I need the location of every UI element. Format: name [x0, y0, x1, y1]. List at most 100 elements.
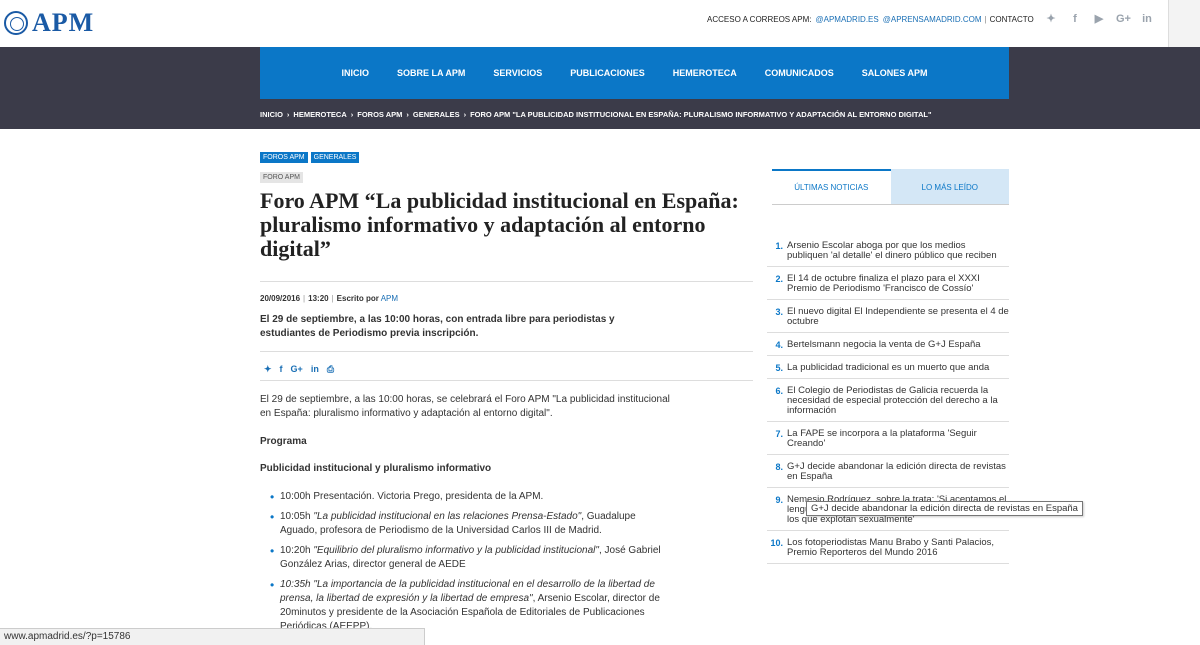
breadcrumb-inicio[interactable]: INICIO	[260, 110, 283, 119]
news-link[interactable]: El nuevo digital El Independiente se pre…	[787, 307, 1009, 327]
twitter-icon[interactable]: ✦	[1044, 12, 1058, 26]
news-number: 2.	[775, 274, 783, 284]
apm-logo[interactable]: APM	[4, 8, 94, 38]
program-list: 10:00h Presentación. Victoria Prego, pre…	[270, 490, 675, 640]
list-item[interactable]: 2. El 14 de octubre finaliza el plazo par…	[767, 271, 1009, 300]
article-time: 13:20	[308, 294, 329, 303]
chevron-right-icon: ›	[463, 110, 467, 119]
share-buttons: ✦ f G+ in ⎙	[264, 364, 342, 375]
tag-generales[interactable]: GENERALES	[310, 152, 360, 163]
list-item: 10:05h "La publicidad institucional en l…	[270, 510, 675, 538]
list-item[interactable]: 5. La publicidad tradicional es un muerto…	[767, 360, 1009, 379]
news-number: 8.	[775, 462, 783, 472]
news-link[interactable]: El Colegio de Periodistas de Galicia rec…	[787, 386, 1009, 416]
breadcrumb-foros-apm[interactable]: FOROS APM	[357, 110, 402, 119]
breadcrumb-current: FORO APM "LA PUBLICIDAD INSTITUCIONAL EN…	[470, 110, 932, 119]
print-icon[interactable]: ⎙	[327, 364, 334, 375]
breadcrumb-generales[interactable]: GENERALES	[413, 110, 460, 119]
list-item[interactable]: 1. Arsenio Escolar aboga por que los medi…	[767, 238, 1009, 267]
article-intro: El 29 de septiembre, a las 10:00 horas, …	[260, 394, 670, 419]
list-item[interactable]: 8. G+J decide abandonar la edición direct…	[767, 459, 1009, 488]
tab-ultimas-noticias[interactable]: ÚLTIMAS NOTICIAS	[772, 169, 891, 205]
news-link[interactable]: La FAPE se incorpora a la plataforma 'Se…	[787, 429, 1009, 449]
article-meta: 20/09/2016 | 13:20 | Escrito por APM	[260, 294, 398, 303]
nav-item-servicios[interactable]: SERVICIOS	[493, 68, 542, 78]
link-tooltip: G+J decide abandonar la edición directa …	[806, 501, 1083, 516]
news-link[interactable]: G+J decide abandonar la edición directa …	[787, 462, 1009, 482]
contact-link[interactable]: CONTACTO	[990, 15, 1034, 24]
news-number: 5.	[775, 363, 783, 373]
list-item[interactable]: 10. Los fotoperiodistas Manu Brabo y Sant…	[767, 535, 1009, 564]
article-lead: El 29 de septiembre, a las 10:00 horas, …	[260, 314, 615, 339]
chevron-right-icon: ›	[350, 110, 354, 119]
news-link[interactable]: Arsenio Escolar aboga por que los medios…	[787, 241, 1009, 261]
programa-heading: Programa	[260, 436, 307, 447]
chevron-right-icon: ›	[406, 110, 409, 119]
divider	[260, 281, 753, 282]
news-link[interactable]: Bertelsmann negocia la venta de G+J Espa…	[787, 340, 981, 350]
nav-item-sobre-la-apm[interactable]: SOBRE LA APM	[397, 68, 465, 78]
list-item[interactable]: 6. El Colegio de Periodistas de Galicia r…	[767, 383, 1009, 422]
linkedin-icon[interactable]: in	[311, 364, 319, 375]
email-link-aprensamadrid[interactable]: @APRENSAMADRID.COM	[883, 15, 982, 24]
news-link[interactable]: La publicidad tradicional es un muerto q…	[787, 363, 989, 373]
list-item: 10:20h "Equilibrio del pluralismo inform…	[270, 544, 675, 572]
nav-item-comunicados[interactable]: COMUNICADOS	[765, 68, 834, 78]
email-access: ACCESO A CORREOS APM: @APMADRID.ES @APRE…	[707, 15, 1034, 24]
program-item-time: 10:05h	[280, 511, 314, 522]
nav-item-inicio[interactable]: INICIO	[342, 68, 370, 78]
email-link-apmadrid[interactable]: @APMADRID.ES	[815, 15, 878, 24]
twitter-icon[interactable]: ✦	[264, 364, 272, 375]
google-plus-icon[interactable]: G+	[1116, 12, 1131, 26]
list-item[interactable]: 3. El nuevo digital El Independiente se p…	[767, 304, 1009, 333]
main-nav: INICIO SOBRE LA APM SERVICIOS PUBLICACIO…	[260, 47, 1009, 99]
nav-item-salones-apm[interactable]: SALONES APM	[862, 68, 928, 78]
article-title: Foro APM “La publicidad institucional en…	[260, 188, 739, 261]
category-tags: FOROS APM GENERALES	[260, 152, 362, 163]
top-header: APM ACCESO A CORREOS APM: @APMADRID.ES @…	[0, 0, 1200, 47]
list-item[interactable]: 7. La FAPE se incorpora a la plataforma '…	[767, 426, 1009, 455]
news-link[interactable]: El 14 de octubre finaliza el plazo para …	[787, 274, 1009, 294]
social-links-top: ✦ f ▶ G+ in	[1044, 12, 1164, 26]
divider	[260, 351, 753, 352]
program-item-time: 10:20h	[280, 545, 314, 556]
google-plus-icon[interactable]: G+	[291, 364, 303, 375]
browser-status-bar: www.apmadrid.es/?p=15786	[0, 628, 425, 645]
nav-item-publicaciones[interactable]: PUBLICACIONES	[570, 68, 645, 78]
facebook-icon[interactable]: f	[1068, 12, 1082, 26]
news-number: 4.	[775, 340, 783, 350]
news-link[interactable]: Los fotoperiodistas Manu Brabo y Santi P…	[787, 538, 1009, 558]
search-toggle[interactable]	[1168, 0, 1200, 47]
news-number: 3.	[775, 307, 783, 317]
nav-item-hemeroteca[interactable]: HEMEROTECA	[673, 68, 737, 78]
tag-foros-apm[interactable]: FOROS APM	[260, 152, 308, 163]
list-item: 10:00h Presentación. Victoria Prego, pre…	[270, 490, 675, 504]
author-link[interactable]: APM	[381, 294, 398, 303]
apm-seal-icon	[4, 11, 28, 35]
divider	[260, 380, 753, 381]
access-label: ACCESO A CORREOS APM:	[707, 15, 812, 24]
program-subheading: Publicidad institucional y pluralismo in…	[260, 463, 492, 474]
news-list: 1. Arsenio Escolar aboga por que los medi…	[767, 238, 1009, 568]
news-number: 9.	[775, 495, 783, 505]
news-number: 10.	[770, 538, 783, 548]
tag-foro-apm[interactable]: FORO APM	[260, 172, 303, 183]
youtube-icon[interactable]: ▶	[1092, 12, 1106, 26]
facebook-icon[interactable]: f	[280, 364, 283, 375]
linkedin-icon[interactable]: in	[1140, 12, 1154, 26]
written-by-label: Escrito por	[336, 294, 379, 303]
program-item-text: 10:00h Presentación. Victoria Prego, pre…	[280, 491, 544, 502]
sidebar-tabs: ÚLTIMAS NOTICIAS LO MÁS LEÍDO	[772, 169, 1009, 205]
list-item: 10:35h "La importancia de la publicidad …	[270, 578, 675, 634]
breadcrumb-hemeroteca[interactable]: HEMEROTECA	[293, 110, 346, 119]
news-number: 1.	[775, 241, 783, 251]
breadcrumb: INICIO › HEMEROTECA › FOROS APM › GENERALES › FO…	[260, 110, 932, 119]
divider: |	[303, 294, 306, 303]
program-item-talk: "Equilibrio del pluralismo informativo y…	[313, 545, 599, 556]
divider: |	[331, 294, 334, 303]
program-item-talk: "La publicidad institucional en las rela…	[313, 511, 582, 522]
news-number: 7.	[775, 429, 783, 439]
logo-text: APM	[32, 8, 95, 37]
list-item[interactable]: 4. Bertelsmann negocia la venta de G+J Es…	[767, 337, 1009, 356]
tab-lo-mas-leido[interactable]: LO MÁS LEÍDO	[890, 169, 1009, 205]
